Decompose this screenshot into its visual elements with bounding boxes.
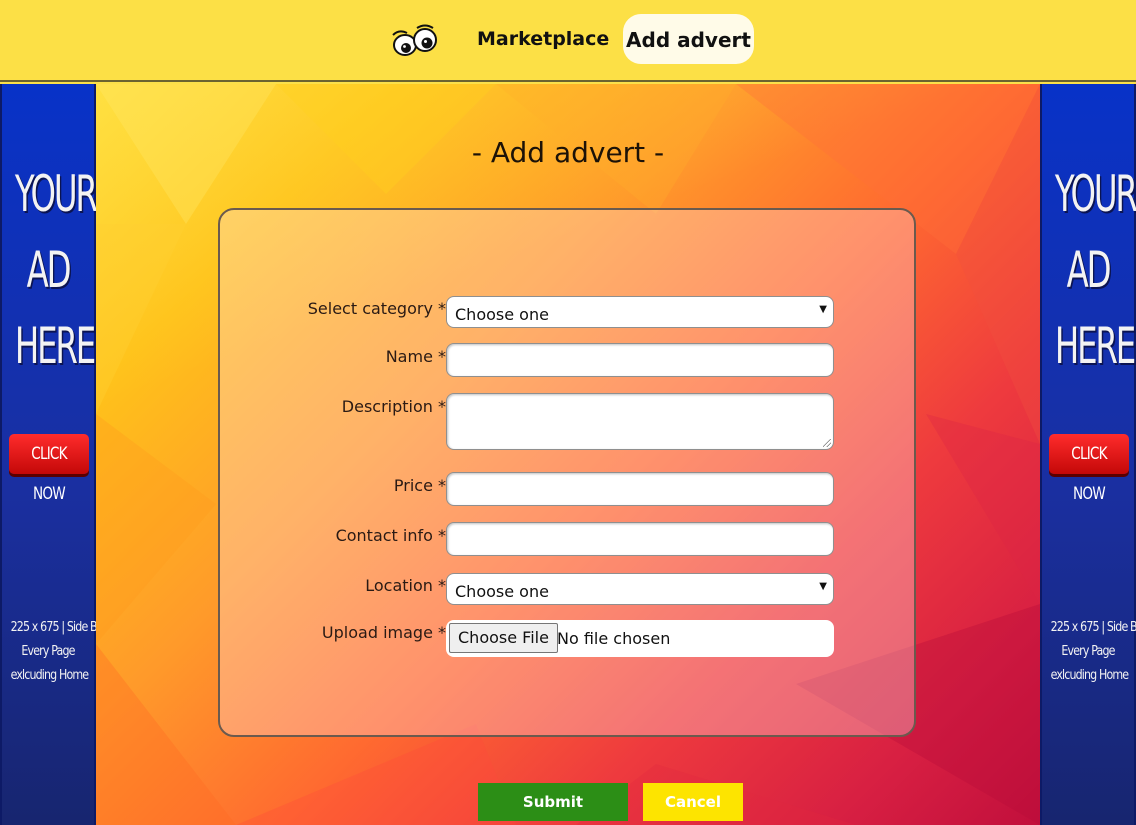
ad-size-note: 225 x 675 | Side Bar Every Page exlcudin…: [1050, 620, 1136, 683]
chevron-down-icon: ▼: [819, 581, 827, 592]
cancel-button[interactable]: Cancel: [643, 783, 743, 821]
description-label: Description *: [341, 397, 446, 416]
price-input[interactable]: [446, 472, 834, 506]
location-select[interactable]: Choose one ▼: [446, 573, 834, 605]
ad-size-note: 225 x 675 | Side Bar Every Page exlcudin…: [10, 620, 108, 683]
left-side-ad[interactable]: YOUR AD HERE CLICK NOW 225 x 675 | Side …: [0, 84, 108, 825]
main-content: - Add advert - Select category * Choose …: [96, 84, 1040, 825]
chevron-down-icon: ▼: [819, 304, 827, 315]
ad-headline: YOUR AD HERE: [14, 165, 98, 375]
right-side-ad[interactable]: YOUR AD HERE CLICK NOW 225 x 675 | Side …: [1040, 84, 1136, 825]
top-nav: Marketplace Add advert: [0, 0, 1136, 82]
choose-file-button[interactable]: Choose File: [449, 623, 558, 653]
contact-label: Contact info *: [335, 526, 446, 545]
category-select[interactable]: Choose one ▼: [446, 296, 834, 328]
ad-headline: YOUR AD HERE: [1054, 165, 1136, 375]
description-textarea[interactable]: [446, 393, 834, 450]
ad-click-now-button[interactable]: CLICK NOW: [9, 434, 89, 504]
category-label: Select category *: [307, 299, 446, 318]
image-label: Upload image *: [321, 623, 446, 642]
file-status: No file chosen: [557, 629, 671, 648]
ad-click-now-button[interactable]: CLICK NOW: [1049, 434, 1129, 504]
submit-button[interactable]: Submit: [478, 783, 628, 821]
resize-grip-icon[interactable]: [823, 439, 831, 447]
advert-form: Select category * Choose one ▼ Name * De…: [218, 208, 916, 737]
page-title: - Add advert -: [471, 136, 665, 169]
nav-marketplace[interactable]: Marketplace: [477, 28, 609, 50]
googly-eyes-icon[interactable]: [389, 23, 439, 59]
nav-add-advert[interactable]: Add advert: [623, 14, 754, 64]
image-file-input[interactable]: Choose File No file chosen: [446, 620, 834, 657]
price-label: Price *: [393, 476, 446, 495]
name-input[interactable]: [446, 343, 834, 377]
contact-input[interactable]: [446, 522, 834, 556]
location-label: Location *: [365, 576, 446, 595]
name-label: Name *: [385, 347, 446, 366]
